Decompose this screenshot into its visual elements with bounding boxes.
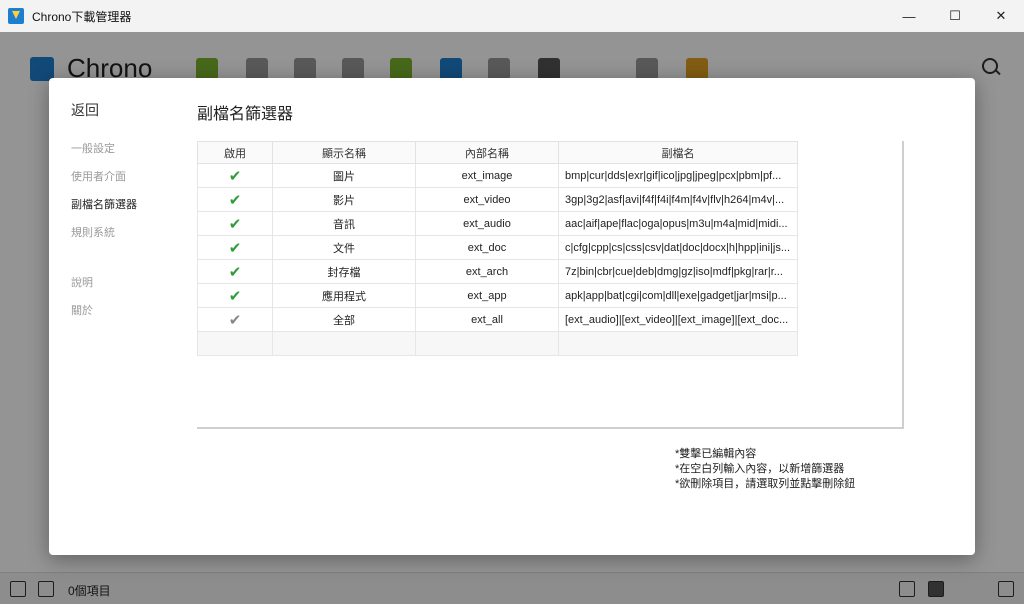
- back-button[interactable]: 返回: [71, 100, 99, 120]
- internal-name-cell[interactable]: ext_all: [415, 307, 559, 332]
- internal-name-cell[interactable]: ext_app: [415, 283, 559, 308]
- display-name-cell[interactable]: 全部: [272, 307, 416, 332]
- enabled-check-icon[interactable]: ✔: [229, 240, 242, 257]
- empty-cell[interactable]: [558, 331, 798, 356]
- column-enabled[interactable]: 啟用: [197, 141, 273, 164]
- extensions-cell[interactable]: apk|app|bat|cgi|com|dll|exe|gadget|jar|m…: [558, 283, 798, 308]
- internal-name-cell[interactable]: ext_audio: [415, 211, 559, 236]
- page-title: 副檔名篩選器: [197, 106, 294, 123]
- window-controls: — ☐ ✕: [886, 0, 1024, 32]
- extensions-cell[interactable]: aac|aif|ape|flac|oga|opus|m3u|m4a|mid|mi…: [558, 211, 798, 236]
- maximize-button[interactable]: ☐: [932, 0, 978, 32]
- help-notes: *雙擊已編輯內容 *在空白列輸入內容，以新增篩選器 *欲刪除項目，請選取列並點擊…: [675, 447, 855, 492]
- nav-ui[interactable]: 使用者介面: [71, 168, 126, 184]
- enabled-check-icon[interactable]: ✔: [229, 216, 242, 233]
- column-extensions[interactable]: 副檔名: [558, 141, 798, 164]
- display-name-cell[interactable]: 應用程式: [272, 283, 416, 308]
- enabled-check-icon[interactable]: ✔: [229, 192, 242, 209]
- display-name-cell[interactable]: 文件: [272, 235, 416, 260]
- table-row[interactable]: ✔ 文件 ext_doc c|cfg|cpp|cs|css|csv|dat|do…: [197, 235, 798, 260]
- note-line: *欲刪除項目，請選取列並點擊刪除鈕: [675, 478, 856, 490]
- nav-rules[interactable]: 規則系統: [71, 224, 115, 240]
- display-name-cell[interactable]: 影片: [272, 187, 416, 212]
- extension-filter-table: 啟用 顯示名稱 內部名稱 副檔名 ✔ 圖片 ext_image bmp|cur|…: [197, 141, 904, 429]
- note-line: *雙擊已編輯內容: [675, 448, 757, 460]
- table-row[interactable]: ✔ 影片 ext_video 3gp|3g2|asf|avi|f4f|f4i|f…: [197, 187, 798, 212]
- title-bar: Chrono下載管理器 — ☐ ✕: [0, 0, 1024, 32]
- display-name-cell[interactable]: 封存檔: [272, 259, 416, 284]
- nav-general[interactable]: 一般設定: [71, 140, 115, 156]
- window-title: Chrono下載管理器: [32, 9, 132, 24]
- table-header: 啟用 顯示名稱 內部名稱 副檔名: [197, 141, 798, 164]
- nav-help[interactable]: 說明: [71, 274, 93, 290]
- nav-about[interactable]: 關於: [71, 302, 93, 318]
- enabled-check-icon[interactable]: ✔: [229, 288, 242, 305]
- enabled-check-icon[interactable]: ✔: [229, 264, 242, 281]
- enabled-check-icon[interactable]: ✔: [229, 168, 242, 185]
- extensions-cell[interactable]: [ext_audio]|[ext_video]|[ext_image]|[ext…: [558, 307, 798, 332]
- internal-name-cell[interactable]: ext_doc: [415, 235, 559, 260]
- table-row[interactable]: ✔ 音訊 ext_audio aac|aif|ape|flac|oga|opus…: [197, 211, 798, 236]
- empty-cell[interactable]: [415, 331, 559, 356]
- new-filter-row[interactable]: [197, 331, 798, 356]
- internal-name-cell[interactable]: ext_arch: [415, 259, 559, 284]
- enabled-check-icon[interactable]: ✔: [229, 312, 242, 329]
- nav-extension-filter[interactable]: 副檔名篩選器: [71, 196, 137, 212]
- display-name-cell[interactable]: 圖片: [272, 163, 416, 188]
- internal-name-cell[interactable]: ext_image: [415, 163, 559, 188]
- display-name-cell[interactable]: 音訊: [272, 211, 416, 236]
- empty-cell[interactable]: [272, 331, 416, 356]
- minimize-button[interactable]: —: [886, 0, 932, 32]
- close-button[interactable]: ✕: [978, 0, 1024, 32]
- table-row[interactable]: ✔ 封存檔 ext_arch 7z|bin|cbr|cue|deb|dmg|gz…: [197, 259, 798, 284]
- empty-cell[interactable]: [197, 331, 273, 356]
- note-line: *在空白列輸入內容，以新增篩選器: [675, 463, 845, 475]
- table-row[interactable]: ✔ 全部 ext_all [ext_audio]|[ext_video]|[ex…: [197, 307, 798, 332]
- table-row[interactable]: ✔ 應用程式 ext_app apk|app|bat|cgi|com|dll|e…: [197, 283, 798, 308]
- settings-dialog: 返回 一般設定 使用者介面 副檔名篩選器 規則系統 說明 關於 副檔名篩選器 啟…: [49, 78, 975, 555]
- extensions-cell[interactable]: 7z|bin|cbr|cue|deb|dmg|gz|iso|mdf|pkg|ra…: [558, 259, 798, 284]
- column-display-name[interactable]: 顯示名稱: [272, 141, 416, 164]
- internal-name-cell[interactable]: ext_video: [415, 187, 559, 212]
- table-row[interactable]: ✔ 圖片 ext_image bmp|cur|dds|exr|gif|ico|j…: [197, 163, 798, 188]
- app-icon: [8, 8, 24, 24]
- column-internal-name[interactable]: 內部名稱: [415, 141, 559, 164]
- extensions-cell[interactable]: 3gp|3g2|asf|avi|f4f|f4i|f4m|f4v|flv|h264…: [558, 187, 798, 212]
- extensions-cell[interactable]: bmp|cur|dds|exr|gif|ico|jpg|jpeg|pcx|pbm…: [558, 163, 798, 188]
- extensions-cell[interactable]: c|cfg|cpp|cs|css|csv|dat|doc|docx|h|hpp|…: [558, 235, 798, 260]
